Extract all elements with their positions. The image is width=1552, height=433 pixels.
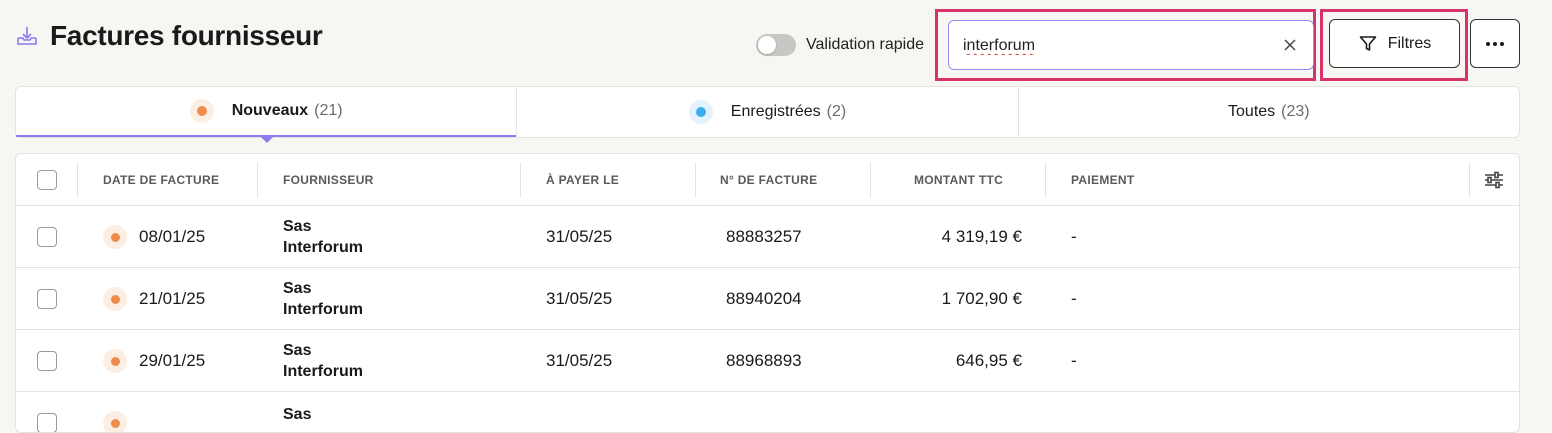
column-divider (257, 162, 258, 198)
supplier-line-2: Interforum (283, 363, 363, 380)
row-checkbox[interactable] (37, 413, 57, 432)
invoice-date: 29/01/25 (139, 351, 206, 370)
column-header-date[interactable]: Date de facture (103, 154, 219, 206)
toggle-switch[interactable] (756, 34, 796, 56)
tab-enregistrees[interactable]: Enregistrées (2) (516, 87, 1017, 137)
supplier-cell: Sas Interforum (283, 268, 363, 330)
column-divider (77, 162, 78, 198)
page-header: Factures fournisseur Validation rapide F… (0, 0, 1552, 81)
toggle-knob (758, 36, 776, 54)
amount: 4 319,19 € (941, 227, 1022, 246)
column-divider (695, 162, 696, 198)
invoice-number: 88940204 (726, 289, 802, 308)
due-date: 31/05/25 (546, 227, 613, 246)
toggle-label: Validation rapide (806, 36, 925, 53)
tab-label: Enregistrées (730, 103, 821, 120)
supplier-line-1: Sas (283, 218, 312, 235)
filters-label: Filtres (1387, 34, 1432, 52)
inbox-download-icon (17, 27, 37, 45)
more-dots-icon (1486, 41, 1504, 46)
table-row[interactable]: Sas (16, 392, 1519, 432)
search-box[interactable] (948, 20, 1314, 70)
supplier-cell: Sas (283, 392, 312, 432)
tab-toutes[interactable]: Toutes (23) (1017, 87, 1519, 137)
column-header-due-date[interactable]: À payer le (546, 154, 619, 206)
status-dot-new (103, 411, 127, 432)
supplier-cell: Sas Interforum (283, 330, 363, 392)
column-divider (1045, 162, 1046, 198)
invoice-date-cell: 21/01/25 (103, 268, 205, 330)
column-header-invoice-number[interactable]: N° de facture (720, 154, 817, 206)
status-dot-new (103, 349, 127, 373)
payment: - (1071, 351, 1077, 370)
close-icon[interactable] (1281, 36, 1299, 54)
column-header-amount[interactable]: Montant TTC (914, 154, 1003, 206)
more-options-button[interactable] (1470, 19, 1520, 68)
invoice-date-cell: 08/01/25 (103, 206, 205, 268)
due-date: 31/05/25 (546, 289, 613, 308)
supplier-line-2: Interforum (283, 239, 363, 256)
tab-count: (23) (1281, 103, 1310, 120)
column-header-supplier[interactable]: Fournisseur (283, 154, 374, 206)
status-dot-new (189, 99, 214, 123)
invoice-date-cell (103, 392, 139, 432)
table-row[interactable]: 08/01/25 Sas Interforum 31/05/25 88883257… (16, 206, 1519, 268)
table-header: Date de facture Fournisseur À payer le N… (16, 154, 1519, 206)
status-dot-saved (688, 100, 713, 124)
row-checkbox[interactable] (37, 351, 57, 371)
invoices-table: Date de facture Fournisseur À payer le N… (15, 153, 1520, 433)
row-checkbox[interactable] (37, 227, 57, 247)
column-divider (870, 162, 871, 198)
amount: 646,95 € (955, 351, 1022, 370)
payment: - (1071, 227, 1077, 246)
active-tab-caret (261, 137, 273, 143)
supplier-line-1: Sas (283, 342, 312, 359)
invoice-date: 21/01/25 (139, 289, 206, 308)
filters-button[interactable]: Filtres (1329, 19, 1460, 68)
payment: - (1071, 289, 1077, 308)
table-row[interactable]: 29/01/25 Sas Interforum 31/05/25 88968893… (16, 330, 1519, 392)
supplier-line-1: Sas (283, 280, 312, 297)
due-date: 31/05/25 (546, 351, 613, 370)
tab-nouveaux[interactable]: Nouveaux (21) (16, 87, 517, 143)
filter-icon (1359, 35, 1377, 51)
column-divider (520, 162, 521, 198)
supplier-line-1: Sas (283, 406, 312, 423)
table-row[interactable]: 21/01/25 Sas Interforum 31/05/25 88940204… (16, 268, 1519, 330)
row-checkbox[interactable] (37, 289, 57, 309)
status-dot-new (103, 287, 127, 311)
column-header-payment[interactable]: Paiement (1071, 154, 1135, 206)
tab-count: (21) (314, 102, 343, 119)
status-dot-new (103, 225, 127, 249)
page-title: Factures fournisseur (50, 20, 323, 51)
tab-label: Nouveaux (231, 102, 309, 119)
search-input[interactable] (963, 35, 1263, 57)
column-settings-icon[interactable] (1483, 169, 1505, 191)
supplier-line-2: Interforum (283, 301, 363, 318)
tab-label: Toutes (1228, 103, 1276, 120)
tab-count: (2) (826, 103, 847, 120)
column-divider (1469, 162, 1470, 198)
select-all-checkbox[interactable] (37, 170, 57, 190)
invoice-date-cell: 29/01/25 (103, 330, 205, 392)
select-all-cell (37, 154, 57, 206)
amount: 1 702,90 € (941, 289, 1022, 308)
invoice-number: 88968893 (726, 351, 802, 370)
invoice-date: 08/01/25 (139, 227, 206, 246)
invoice-number: 88883257 (726, 227, 802, 246)
supplier-cell: Sas Interforum (283, 206, 363, 268)
status-tabs: Nouveaux (21) Enregistrées (2) Toutes (2… (15, 86, 1520, 143)
quick-validation-toggle[interactable]: Validation rapide (756, 34, 924, 56)
